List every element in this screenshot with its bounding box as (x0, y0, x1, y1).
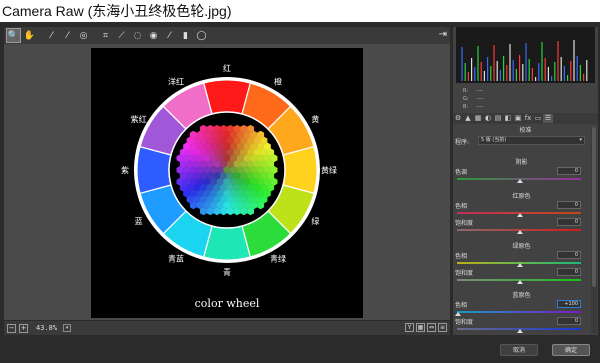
b-label: B: (463, 104, 469, 110)
shadow-tint-field[interactable]: 0 (557, 167, 581, 175)
wheel-caption: color wheel (194, 297, 260, 310)
open-preferences-icon[interactable]: ⇥ (439, 29, 447, 40)
blue-hue-slider[interactable] (457, 311, 581, 313)
zoom-level[interactable]: 43.8% (36, 324, 57, 332)
tool-bar: 🔍 ✋ ⁄ ⁄ ◎ ⌗ ⟋ ◌ ◉ ⁄ ▮ ◯ ⇥ (4, 27, 450, 44)
wheel-label-3: 黄绿 (321, 165, 337, 175)
crop-tool-icon[interactable]: ⌗ (99, 29, 112, 42)
straighten-tool-icon[interactable]: ⟋ (115, 29, 128, 42)
panel-tab-2[interactable]: ▦ (473, 114, 483, 123)
wheel-label-6: 青 (223, 267, 231, 277)
panel-tab-8[interactable]: ▭ (533, 114, 543, 123)
image-preview[interactable]: 红橙黄黄绿绿青绿青 青蓝 蓝 紫 紫红 洋红 color wheel (4, 44, 450, 320)
panel-tab-6[interactable]: ▣ (513, 114, 523, 123)
blue-hue-field[interactable]: +100 (557, 300, 581, 308)
blue-sat-field[interactable]: 0 (557, 317, 581, 325)
green-sat-thumb[interactable] (517, 280, 523, 284)
panel-tab-7[interactable]: fx (523, 114, 533, 123)
zoom-out-button[interactable]: − (7, 323, 16, 333)
panel-tab-1[interactable]: ▲ (463, 114, 473, 123)
process-select[interactable]: 5 版 (当前) ▾ (478, 136, 585, 145)
zoom-in-button[interactable]: + (19, 323, 28, 333)
histogram (456, 27, 595, 83)
wheel-label-11: 洋红 (168, 77, 184, 87)
cancel-button[interactable]: 取消 (500, 344, 538, 356)
blue-primary-title: 蓝原色 (512, 292, 531, 299)
preview-image: 红橙黄黄绿绿青绿青 青蓝 蓝 紫 紫红 洋红 color wheel (91, 48, 363, 318)
green-hue-label: 色相 (455, 253, 468, 260)
red-hue-thumb[interactable] (517, 213, 523, 217)
before-after-toggle[interactable]: Y (405, 323, 414, 332)
panel-tab-3[interactable]: ◐ (483, 114, 493, 123)
panel-title: 校准 (519, 127, 532, 134)
red-primary-title: 红原色 (512, 193, 531, 200)
red-sat-label: 饱和度 (455, 220, 474, 227)
status-bar: − + 43.8% ▾ Y ▦ ⇔ ≡ (4, 321, 450, 335)
targeted-adjustment-tool-icon[interactable]: ◎ (77, 29, 90, 42)
color-wheel-graphic: 红橙黄黄绿绿青绿青 青蓝 蓝 紫 紫红 洋红 (121, 63, 337, 277)
before-after-view-icon[interactable]: ▦ (416, 323, 425, 332)
wheel-label-4: 绿 (311, 217, 319, 226)
swap-settings-icon[interactable]: ⇔ (427, 323, 436, 332)
spot-removal-tool-icon[interactable]: ◌ (131, 29, 144, 42)
red-hue-field[interactable]: 0 (557, 201, 581, 209)
shadow-title: 阴影 (515, 159, 528, 166)
panel-tab-0[interactable]: ⚙ (453, 114, 463, 123)
process-value: 5 版 (当前) (481, 137, 507, 143)
view-options-icon[interactable]: ≡ (438, 323, 447, 332)
g-value: ---- (476, 96, 484, 102)
chevron-down-icon: ▾ (579, 137, 582, 143)
red-hue-label: 色相 (455, 203, 468, 210)
white-balance-tool-icon[interactable]: ⁄ (45, 29, 58, 42)
wheel-label-8: 蓝 (135, 216, 143, 226)
wheel-label-1: 橙 (274, 77, 282, 87)
zoom-dropdown-icon[interactable]: ▾ (63, 324, 72, 332)
green-hue-thumb[interactable] (517, 263, 523, 267)
scrollbar-thumb[interactable] (592, 127, 596, 287)
panel-tab-9[interactable]: ☰ (543, 114, 553, 123)
panel-scrollbar[interactable] (591, 127, 597, 333)
adjustment-brush-icon[interactable]: ⁄ (163, 29, 176, 42)
green-sat-label: 饱和度 (455, 270, 474, 277)
wheel-label-7: 青蓝 (168, 253, 184, 263)
wheel-label-2: 黄 (311, 114, 319, 124)
zoom-tool-icon[interactable]: 🔍 (6, 28, 21, 43)
wheel-label-0: 红 (223, 63, 231, 73)
r-value: ---- (476, 88, 484, 94)
green-hue-field[interactable]: 0 (557, 251, 581, 259)
panel-tab-4[interactable]: ▤ (493, 114, 503, 123)
rgb-readout: R: ---- G: ---- B: ---- (463, 87, 484, 111)
green-primary-title: 绿原色 (512, 243, 531, 250)
panel-tab-5[interactable]: ◧ (503, 114, 513, 123)
wheel-label-5: 青绿 (270, 253, 286, 263)
wheel-label-9: 紫 (121, 166, 129, 175)
window-title: Camera Raw (东海小丑终极色轮.jpg) (0, 0, 600, 22)
process-label: 程序: (455, 139, 470, 146)
g-label: G: (463, 96, 469, 102)
panel-tabs: ⚙ ▲ ▦ ◐ ▤ ◧ ▣ fx ▭ ☰ (453, 113, 598, 124)
red-eye-tool-icon[interactable]: ◉ (147, 29, 160, 42)
green-sat-field[interactable]: 0 (557, 268, 581, 276)
b-value: ---- (476, 104, 484, 110)
red-sat-thumb[interactable] (517, 230, 523, 234)
blue-hue-label: 色相 (455, 302, 468, 309)
shadow-tint-thumb[interactable] (517, 179, 523, 183)
color-sampler-tool-icon[interactable]: ⁄ (61, 29, 74, 42)
hand-tool-icon[interactable]: ✋ (23, 29, 36, 42)
blue-sat-label: 饱和度 (455, 319, 474, 326)
r-label: R: (463, 88, 469, 94)
wheel-label-10: 紫红 (131, 114, 147, 124)
graduated-filter-icon[interactable]: ▮ (179, 29, 192, 42)
blue-hue-thumb[interactable] (455, 312, 461, 316)
shadow-tint-label: 色调 (455, 169, 468, 176)
ok-button[interactable]: 确定 (552, 344, 590, 356)
adjustments-panel: R: ---- G: ---- B: ---- ⚙ ▲ ▦ ◐ ▤ ◧ ▣ fx ▭ ☰ 校准 程序: … (453, 27, 598, 335)
red-sat-field[interactable]: 0 (557, 218, 581, 226)
blue-sat-thumb[interactable] (517, 329, 523, 333)
radial-filter-icon[interactable]: ◯ (195, 29, 208, 42)
